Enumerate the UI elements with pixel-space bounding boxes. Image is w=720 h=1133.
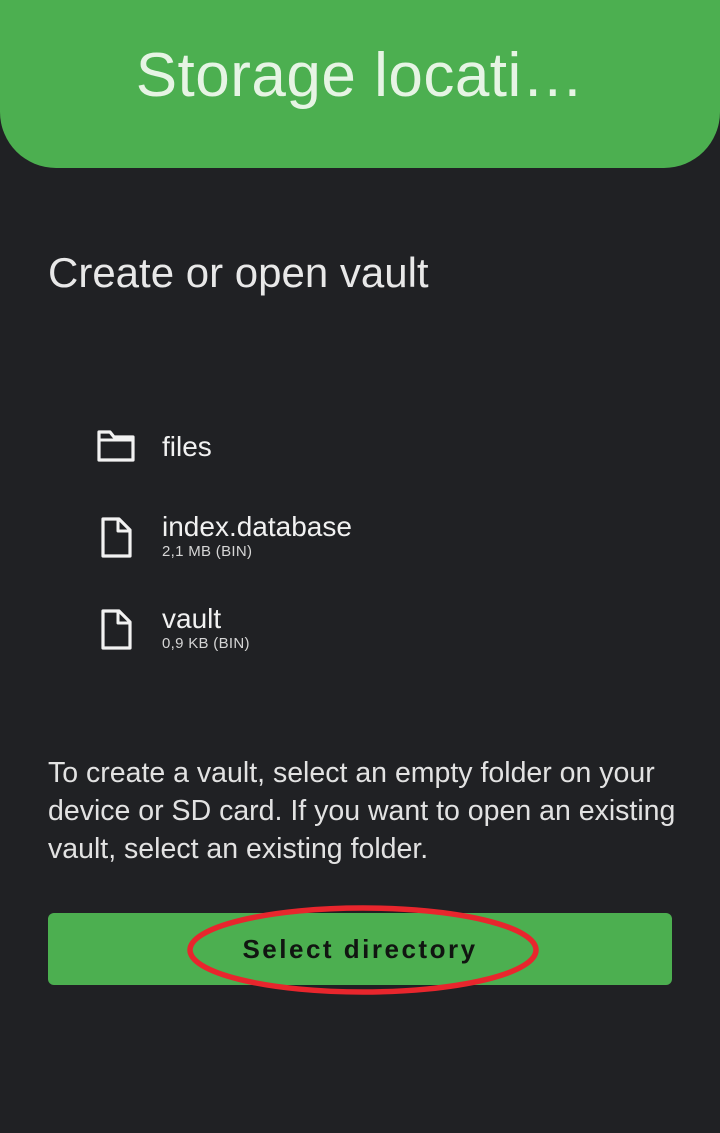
app-header: Storage locati… (0, 0, 720, 168)
page-title: Storage locati… (135, 41, 585, 110)
file-meta: 2,1 MB (BIN) (162, 543, 253, 560)
list-item-vault[interactable]: vault 0,9 KB (BIN) (80, 602, 640, 686)
list-item-files[interactable]: files (80, 410, 640, 494)
file-meta: 0,9 KB (BIN) (162, 635, 250, 652)
instructions-text: To create a vault, select an empty folde… (48, 757, 676, 865)
storage-location-screen: Storage locati… Create or open vault fil… (0, 0, 720, 1133)
select-directory-label: Select directory (242, 934, 478, 964)
file-name: files (162, 431, 212, 462)
folder-icon (96, 428, 136, 472)
file-name: index.database (162, 511, 352, 542)
file-icon (96, 608, 136, 652)
select-directory-button[interactable]: Select directory (48, 913, 672, 985)
list-item-index-database[interactable]: index.database 2,1 MB (BIN) (80, 510, 640, 594)
section-heading: Create or open vault (48, 249, 429, 296)
file-name: vault (162, 603, 222, 634)
file-icon (96, 516, 136, 560)
